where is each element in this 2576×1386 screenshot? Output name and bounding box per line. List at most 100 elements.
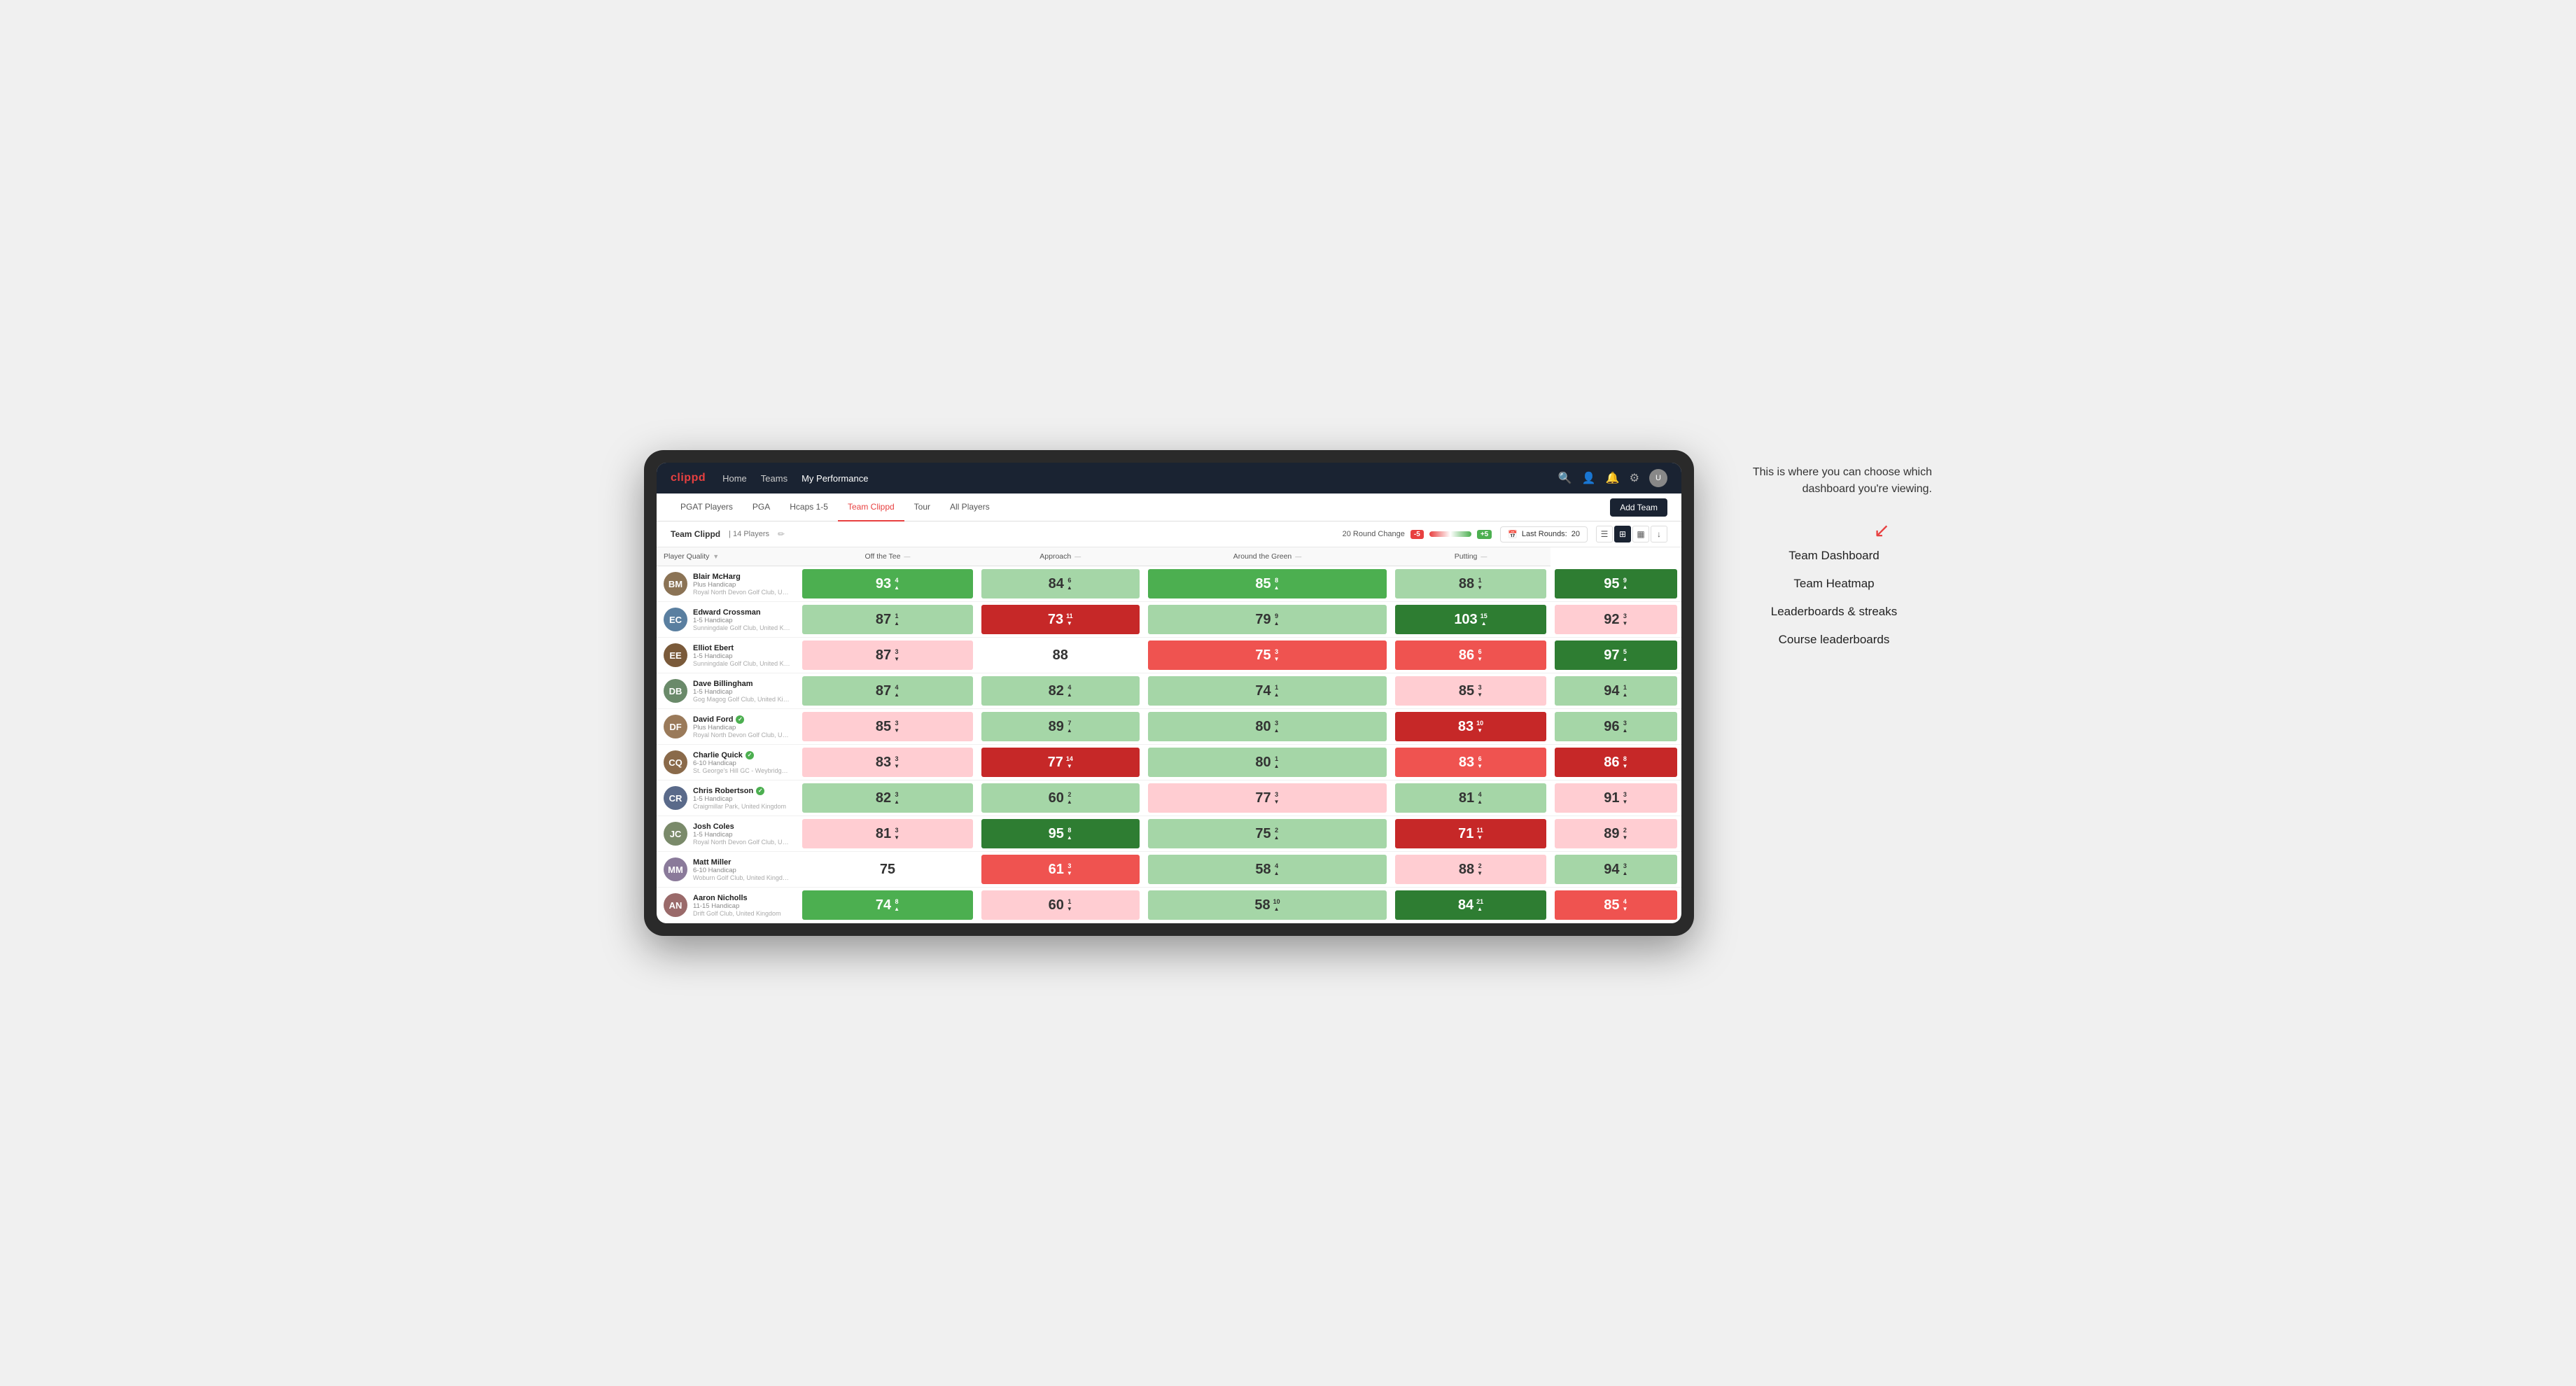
score-change: 6 ▲: [1067, 577, 1072, 591]
quality-score: 81 3 ▼: [798, 816, 977, 852]
table-row[interactable]: EC Edward Crossman 1-5 Handicap Sunningd…: [657, 602, 1681, 638]
around-green-score: 83 10 ▼: [1391, 709, 1550, 745]
score-box: 74 8 ▲: [802, 890, 973, 920]
sub-nav: PGAT Players PGA Hcaps 1-5 Team Clippd T…: [657, 493, 1681, 522]
approach-score: 58 10 ▲: [1144, 888, 1392, 923]
table-row[interactable]: CQ Charlie Quick ✓ 6-10 Handicap St. Geo…: [657, 745, 1681, 780]
score-change: 3 ▼: [1477, 684, 1483, 698]
score-number: 80: [1255, 755, 1270, 769]
score-number: 60: [1049, 898, 1064, 912]
score-change: 1 ▲: [1274, 755, 1280, 769]
table-row[interactable]: JC Josh Coles 1-5 Handicap Royal North D…: [657, 816, 1681, 852]
round-change-area: 20 Round Change -5 +5: [1343, 530, 1492, 539]
search-icon[interactable]: 🔍: [1558, 471, 1572, 485]
player-name: Aaron Nicholls: [693, 894, 781, 902]
score-box: 88 1 ▼: [1395, 569, 1546, 598]
score-change: 4 ▲: [894, 577, 899, 591]
sort-arrow-player[interactable]: ▼: [713, 553, 719, 560]
nav-link-teams[interactable]: Teams: [761, 473, 788, 484]
table-row[interactable]: AN Aaron Nicholls 11-15 Handicap Drift G…: [657, 888, 1681, 923]
verified-badge: ✓: [746, 751, 754, 760]
player-avatar: MM: [664, 858, 687, 881]
off-tee-score: 95 8 ▲: [977, 816, 1144, 852]
top-nav: clippd Home Teams My Performance 🔍 👤 🔔 ⚙…: [657, 463, 1681, 493]
subnav-all-players[interactable]: All Players: [940, 493, 1000, 522]
settings-icon[interactable]: ⚙: [1630, 471, 1639, 485]
subnav-pga[interactable]: PGA: [743, 493, 780, 522]
score-box: 80 3 ▲: [1148, 712, 1387, 741]
nav-link-home[interactable]: Home: [722, 473, 747, 484]
score-box: 58 10 ▲: [1148, 890, 1387, 920]
heatmap-view-button[interactable]: ▦: [1632, 526, 1649, 542]
table-body: BM Blair McHarg Plus Handicap Royal Nort…: [657, 566, 1681, 923]
player-handicap: 1-5 Handicap: [693, 617, 791, 624]
logo: clippd: [671, 472, 706, 484]
table-row[interactable]: MM Matt Miller 6-10 Handicap Woburn Golf…: [657, 852, 1681, 888]
score-number: 81: [876, 827, 891, 841]
list-view-button[interactable]: ☰: [1596, 526, 1613, 542]
score-number: 61: [1049, 862, 1064, 876]
player-cell: DF David Ford ✓ Plus Handicap Royal Nort…: [657, 709, 798, 745]
score-number: 77: [1255, 791, 1270, 805]
bell-icon[interactable]: 🔔: [1606, 471, 1620, 485]
score-box: 96 3 ▲: [1555, 712, 1677, 741]
score-change: 21 ▲: [1476, 898, 1483, 912]
player-avatar: EC: [664, 608, 687, 631]
add-team-button[interactable]: Add Team: [1610, 498, 1667, 517]
score-number: 88: [1459, 577, 1474, 591]
edit-icon[interactable]: ✏: [778, 529, 785, 539]
sort-arrow-putting[interactable]: —: [1480, 553, 1487, 560]
table-row[interactable]: EE Elliot Ebert 1-5 Handicap Sunningdale…: [657, 638, 1681, 673]
putting-score: 94 3 ▲: [1550, 852, 1681, 888]
score-change: 8 ▲: [1274, 577, 1280, 591]
subnav-team-clippd[interactable]: Team Clippd: [838, 493, 904, 522]
sort-arrow-tee[interactable]: —: [904, 553, 910, 560]
score-change: 14 ▼: [1066, 755, 1073, 769]
score-change: 4 ▲: [1274, 862, 1280, 876]
score-number: 81: [1459, 791, 1474, 805]
quality-score: 87 3 ▼: [798, 638, 977, 673]
approach-score: 77 3 ▼: [1144, 780, 1392, 816]
grid-view-button[interactable]: ⊞: [1614, 526, 1631, 542]
subnav-tour[interactable]: Tour: [904, 493, 940, 522]
score-change: 1 ▲: [894, 612, 899, 626]
score-box: 61 3 ▼: [981, 855, 1140, 884]
th-around-green: Around the Green —: [1144, 547, 1392, 566]
score-box: 86 8 ▼: [1555, 748, 1677, 777]
score-number: 58: [1255, 862, 1270, 876]
subnav-hcaps[interactable]: Hcaps 1-5: [780, 493, 838, 522]
quality-score: 85 3 ▼: [798, 709, 977, 745]
score-box: 73 11 ▼: [981, 605, 1140, 634]
last-rounds-button[interactable]: 📅 Last Rounds: 20: [1500, 526, 1588, 542]
nav-links: Home Teams My Performance: [722, 473, 1541, 484]
page-wrapper: clippd Home Teams My Performance 🔍 👤 🔔 ⚙…: [644, 450, 1932, 936]
player-avatar: JC: [664, 822, 687, 846]
score-number: 71: [1458, 827, 1474, 841]
avatar[interactable]: U: [1649, 469, 1667, 487]
table-row[interactable]: CR Chris Robertson ✓ 1-5 Handicap Craigm…: [657, 780, 1681, 816]
nav-link-my-performance[interactable]: My Performance: [802, 473, 868, 484]
score-change: 2 ▲: [1274, 827, 1280, 841]
player-handicap: Plus Handicap: [693, 724, 791, 732]
sort-arrow-approach[interactable]: —: [1074, 553, 1081, 560]
around-green-score: 83 6 ▼: [1391, 745, 1550, 780]
score-change: 11 ▼: [1476, 827, 1483, 841]
table-row[interactable]: DB Dave Billingham 1-5 Handicap Gog Mago…: [657, 673, 1681, 709]
table-row[interactable]: BM Blair McHarg Plus Handicap Royal Nort…: [657, 566, 1681, 602]
person-icon[interactable]: 👤: [1582, 471, 1596, 485]
score-change: 3 ▼: [1622, 791, 1628, 805]
player-avatar: CQ: [664, 750, 687, 774]
score-change: 3 ▲: [894, 791, 899, 805]
approach-score: 75 3 ▼: [1144, 638, 1392, 673]
score-box: 94 1 ▲: [1555, 676, 1677, 706]
table-row[interactable]: DF David Ford ✓ Plus Handicap Royal Nort…: [657, 709, 1681, 745]
download-button[interactable]: ↓: [1651, 526, 1667, 542]
subnav-pgat[interactable]: PGAT Players: [671, 493, 743, 522]
score-number: 88: [1459, 862, 1474, 876]
player-details: Josh Coles 1-5 Handicap Royal North Devo…: [693, 822, 791, 846]
player-handicap: 1-5 Handicap: [693, 795, 786, 803]
player-club: St. George's Hill GC - Weybridge - Surre…: [693, 767, 791, 774]
sort-arrow-green[interactable]: —: [1295, 553, 1301, 560]
player-info: CQ Charlie Quick ✓ 6-10 Handicap St. Geo…: [657, 746, 798, 778]
score-box: 71 11 ▼: [1395, 819, 1546, 848]
